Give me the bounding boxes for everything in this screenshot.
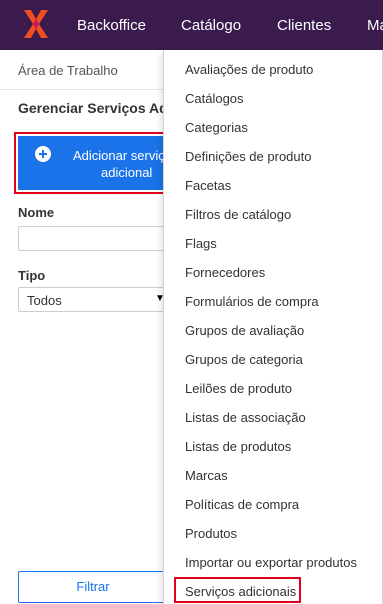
nav-clientes[interactable]: Clientes bbox=[277, 17, 331, 34]
page-title: Gerenciar Serviços Adi bbox=[18, 100, 172, 116]
menu-item-leiloes-de-produto[interactable]: Leilões de produto bbox=[185, 381, 292, 396]
menu-item-politicas-de-compra[interactable]: Políticas de compra bbox=[185, 497, 299, 512]
add-button-label-line2: adicional bbox=[101, 165, 153, 180]
menu-item-grupos-de-categoria[interactable]: Grupos de categoria bbox=[185, 352, 303, 367]
menu-item-formularios-de-compra[interactable]: Formulários de compra bbox=[185, 294, 319, 309]
menu-item-flags[interactable]: Flags bbox=[185, 236, 217, 251]
top-navigation-bar: Backoffice Catálogo Clientes Ma bbox=[0, 0, 383, 50]
menu-item-categorias[interactable]: Categorias bbox=[185, 120, 248, 135]
menu-item-fornecedores[interactable]: Fornecedores bbox=[185, 265, 265, 280]
menu-item-importar-ou-exportar-produtos[interactable]: Importar ou exportar produtos bbox=[185, 555, 357, 570]
menu-item-filtros-de-catalogo[interactable]: Filtros de catálogo bbox=[185, 207, 291, 222]
menu-item-catalogos[interactable]: Catálogos bbox=[185, 91, 244, 106]
menu-item-listas-de-produtos[interactable]: Listas de produtos bbox=[185, 439, 291, 454]
nav-truncated-item[interactable]: Ma bbox=[367, 17, 383, 34]
add-button-label-line1: Adicionar serviço bbox=[73, 148, 172, 163]
brand-logo-icon[interactable] bbox=[22, 8, 50, 40]
breadcrumb-link-area-de-trabalho[interactable]: Área de Trabalho bbox=[18, 63, 118, 78]
tipo-select[interactable]: Todos ▼ bbox=[18, 287, 168, 312]
nav-backoffice[interactable]: Backoffice bbox=[77, 17, 146, 34]
menu-item-listas-de-associacao[interactable]: Listas de associação bbox=[185, 410, 306, 425]
menu-item-highlight bbox=[174, 577, 301, 603]
menu-item-produtos[interactable]: Produtos bbox=[185, 526, 237, 541]
menu-item-grupos-de-avaliacao[interactable]: Grupos de avaliação bbox=[185, 323, 304, 338]
nav-catalogo[interactable]: Catálogo bbox=[181, 17, 241, 34]
add-service-button[interactable]: Adicionar serviço adicional bbox=[18, 136, 172, 190]
tipo-label: Tipo bbox=[18, 268, 46, 283]
menu-item-marcas[interactable]: Marcas bbox=[185, 468, 228, 483]
plus-circle-icon bbox=[35, 146, 51, 162]
nome-label: Nome bbox=[18, 205, 55, 220]
menu-item-definicoes-de-produto[interactable]: Definições de produto bbox=[185, 149, 311, 164]
filter-button[interactable]: Filtrar bbox=[18, 571, 168, 603]
catalog-dropdown-menu: Avaliações de produto Catálogos Categori… bbox=[163, 50, 383, 604]
nome-input[interactable] bbox=[18, 226, 168, 251]
tipo-select-value: Todos bbox=[27, 293, 62, 308]
menu-item-facetas[interactable]: Facetas bbox=[185, 178, 231, 193]
menu-item-avaliacoes-de-produto[interactable]: Avaliações de produto bbox=[185, 62, 313, 77]
